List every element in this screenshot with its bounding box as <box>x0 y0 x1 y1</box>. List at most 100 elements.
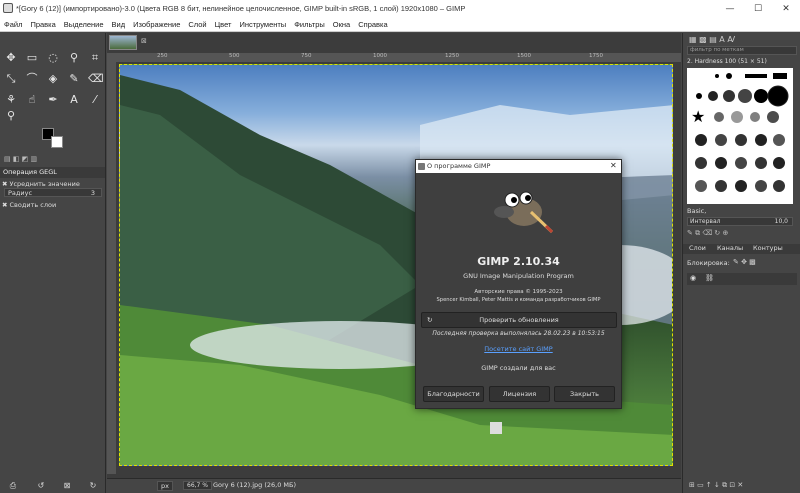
zoom-tool-icon[interactable]: ⚲ <box>4 109 18 123</box>
toolbox: ✥ ▭ ◌ ⚲ ⌗ ⤡ ⌒ ◈ ✎ ⌫ ⚘ ☝ ✒ A ⁄ ⚲ ▤ ◧ ◩ ▥ … <box>0 33 106 493</box>
gimp-subtitle: GNU Image Manipulation Program <box>463 272 574 280</box>
status-bar: px 66,7 % Gory 6 (12).jpg (26,0 МБ) <box>107 478 681 493</box>
brush-name: 2. Hardness 100 (51 × 51) <box>687 58 767 65</box>
layers-tabs: Слои Каналы Контуры <box>683 244 800 254</box>
menu-file[interactable]: Файл <box>0 20 26 29</box>
save-options-icon[interactable]: ⎙ <box>8 481 18 491</box>
restore-options-icon[interactable]: ↺ <box>36 481 46 491</box>
average-label: Усреднить значение <box>9 180 80 188</box>
smudge-icon[interactable]: ☝ <box>25 93 39 107</box>
menu-colors[interactable]: Цвет <box>211 20 236 29</box>
interval-label: Интервал <box>690 218 721 225</box>
menu-edit[interactable]: Правка <box>26 20 59 29</box>
last-check-text: Последняя проверка выполнялась 28.02.23 … <box>432 330 605 337</box>
tool-options-tab-icons[interactable]: ▤ ◧ ◩ ▥ <box>4 155 37 163</box>
crop-icon[interactable]: ⌗ <box>88 51 102 65</box>
check-updates-button[interactable]: ↻ Проверить обновления <box>421 312 617 328</box>
menu-select[interactable]: Выделение <box>60 20 108 29</box>
brush-grid[interactable]: ★ <box>687 68 793 204</box>
merge-layers-checkbox[interactable]: ✖ Сводить слои <box>2 201 56 209</box>
link-chain-icon[interactable]: ⛓ <box>705 274 714 282</box>
lasso-icon[interactable]: ◌ <box>46 51 60 65</box>
credits-button[interactable]: Благодарности <box>423 386 484 402</box>
gimp-small-icon <box>418 163 425 170</box>
fuzzy-select-icon[interactable]: ⚲ <box>67 51 81 65</box>
tool-options-title: Операция GEGL <box>0 167 105 178</box>
ruler-tick: 1500 <box>517 53 531 59</box>
menu-tools[interactable]: Инструменты <box>235 20 290 29</box>
paths-icon[interactable]: ✒ <box>46 93 60 107</box>
menu-help[interactable]: Справка <box>354 20 391 29</box>
ruler-tick: 1250 <box>445 53 459 59</box>
minimize-button[interactable]: — <box>716 0 744 17</box>
lock-icons[interactable]: ✎ ✥ ▩ <box>733 258 756 266</box>
eraser-icon[interactable]: ⌫ <box>88 72 104 86</box>
tab-channels[interactable]: Каналы <box>717 244 743 252</box>
image-tab-thumbnail[interactable] <box>109 35 137 50</box>
copyright-line: Авторские права © 1995-2023 <box>474 289 563 295</box>
merge-layers-label: Сводить слои <box>9 201 57 209</box>
about-dialog-title: О программе GIMP <box>416 160 621 173</box>
layer-row[interactable]: ◉ ⛓ <box>687 273 797 285</box>
tab-paths[interactable]: Контуры <box>753 244 783 252</box>
maximize-button[interactable]: ☐ <box>744 0 772 17</box>
lock-label: Блокировка: <box>687 259 730 267</box>
text-tool-icon[interactable]: A <box>67 93 81 107</box>
background-color-swatch[interactable] <box>51 136 63 148</box>
zoom-select[interactable]: 66,7 % <box>183 481 212 490</box>
about-close-button[interactable]: Закрыть <box>554 386 615 402</box>
unit-select[interactable]: px <box>157 481 173 491</box>
move-tool-icon[interactable]: ✥ <box>4 51 18 65</box>
refresh-icon: ↻ <box>427 316 433 324</box>
radius-value: 3 <box>90 189 95 197</box>
reset-options-icon[interactable]: ↻ <box>88 481 98 491</box>
tag-filter-input[interactable]: фильтр по меткам <box>687 46 797 55</box>
color-picker-icon[interactable]: ⁄ <box>88 93 102 107</box>
visibility-eye-icon[interactable]: ◉ <box>690 274 696 282</box>
clone-icon[interactable]: ⚘ <box>4 93 18 107</box>
transform-icon[interactable]: ⤡ <box>4 72 18 86</box>
ruler-tick: 1750 <box>589 53 603 59</box>
title-bar: *[Gory 6 (12)] (импортировано)-3.0 (Цвет… <box>0 0 800 17</box>
interval-value: 10,0 <box>774 218 788 225</box>
brush-preset[interactable]: Basic, <box>687 207 706 215</box>
average-checkbox[interactable]: ✖ Усреднить значение <box>2 180 80 188</box>
menu-windows[interactable]: Окна <box>329 20 354 29</box>
delete-options-icon[interactable]: ⊠ <box>62 481 72 491</box>
ruler-tick: 750 <box>301 53 312 59</box>
radius-label: Радиус <box>8 189 33 197</box>
menu-layer[interactable]: Слой <box>184 20 210 29</box>
menu-filters[interactable]: Фильтры <box>290 20 329 29</box>
radius-spinner[interactable]: Радиус 3 <box>4 188 102 197</box>
horizontal-ruler[interactable]: 250 500 750 1000 1250 1500 1750 <box>107 53 681 62</box>
gimp-app-icon <box>3 3 13 13</box>
brush-previews-icon: ★ <box>691 73 789 192</box>
ruler-tick: 250 <box>157 53 168 59</box>
warp-icon[interactable]: ⌒ <box>25 72 39 86</box>
brush-tab-icons[interactable]: ▦ ▩ ▤ A Ꜹ <box>689 35 735 44</box>
bucket-fill-icon[interactable]: ◈ <box>46 72 60 86</box>
layer-action-icons[interactable]: ⊞ ▭ ↑ ↓ ⧉ ⊡ ✕ <box>689 481 743 490</box>
brush-action-icons[interactable]: ✎ ⧉ ⌫ ↻ ⊕ <box>687 229 728 238</box>
menu-view[interactable]: Вид <box>108 20 130 29</box>
license-button[interactable]: Лицензия <box>489 386 550 402</box>
window-title: *[Gory 6 (12)] (импортировано)-3.0 (Цвет… <box>16 4 466 13</box>
menu-bar: Файл Правка Выделение Вид Изображение Сл… <box>0 17 800 32</box>
paintbrush-icon[interactable]: ✎ <box>67 72 81 86</box>
visit-site-link[interactable]: Посетите сайт GIMP <box>416 345 621 353</box>
vertical-ruler[interactable] <box>107 62 116 474</box>
close-window-button[interactable]: ✕ <box>772 0 800 17</box>
right-dock: ▦ ▩ ▤ A Ꜹ фильтр по меткам 2. Hardness 1… <box>682 33 800 493</box>
check-updates-label: Проверить обновления <box>479 316 559 324</box>
rect-select-icon[interactable]: ▭ <box>25 51 39 65</box>
interval-spinner[interactable]: Интервал 10,0 <box>687 217 793 226</box>
ruler-tick: 1000 <box>373 53 387 59</box>
about-close-icon[interactable]: ✕ <box>610 161 617 170</box>
gimp-version: GIMP 2.10.34 <box>477 255 560 268</box>
wilber-mascot-icon <box>494 191 554 234</box>
tab-layers[interactable]: Слои <box>689 244 706 252</box>
made-for-you-text: GIMP создали для вас <box>481 364 556 372</box>
close-tab-icon[interactable]: ⊠ <box>141 37 147 45</box>
menu-image[interactable]: Изображение <box>129 20 184 29</box>
authors-line: Spencer Kimball, Peter Mattis и команда … <box>436 297 601 303</box>
